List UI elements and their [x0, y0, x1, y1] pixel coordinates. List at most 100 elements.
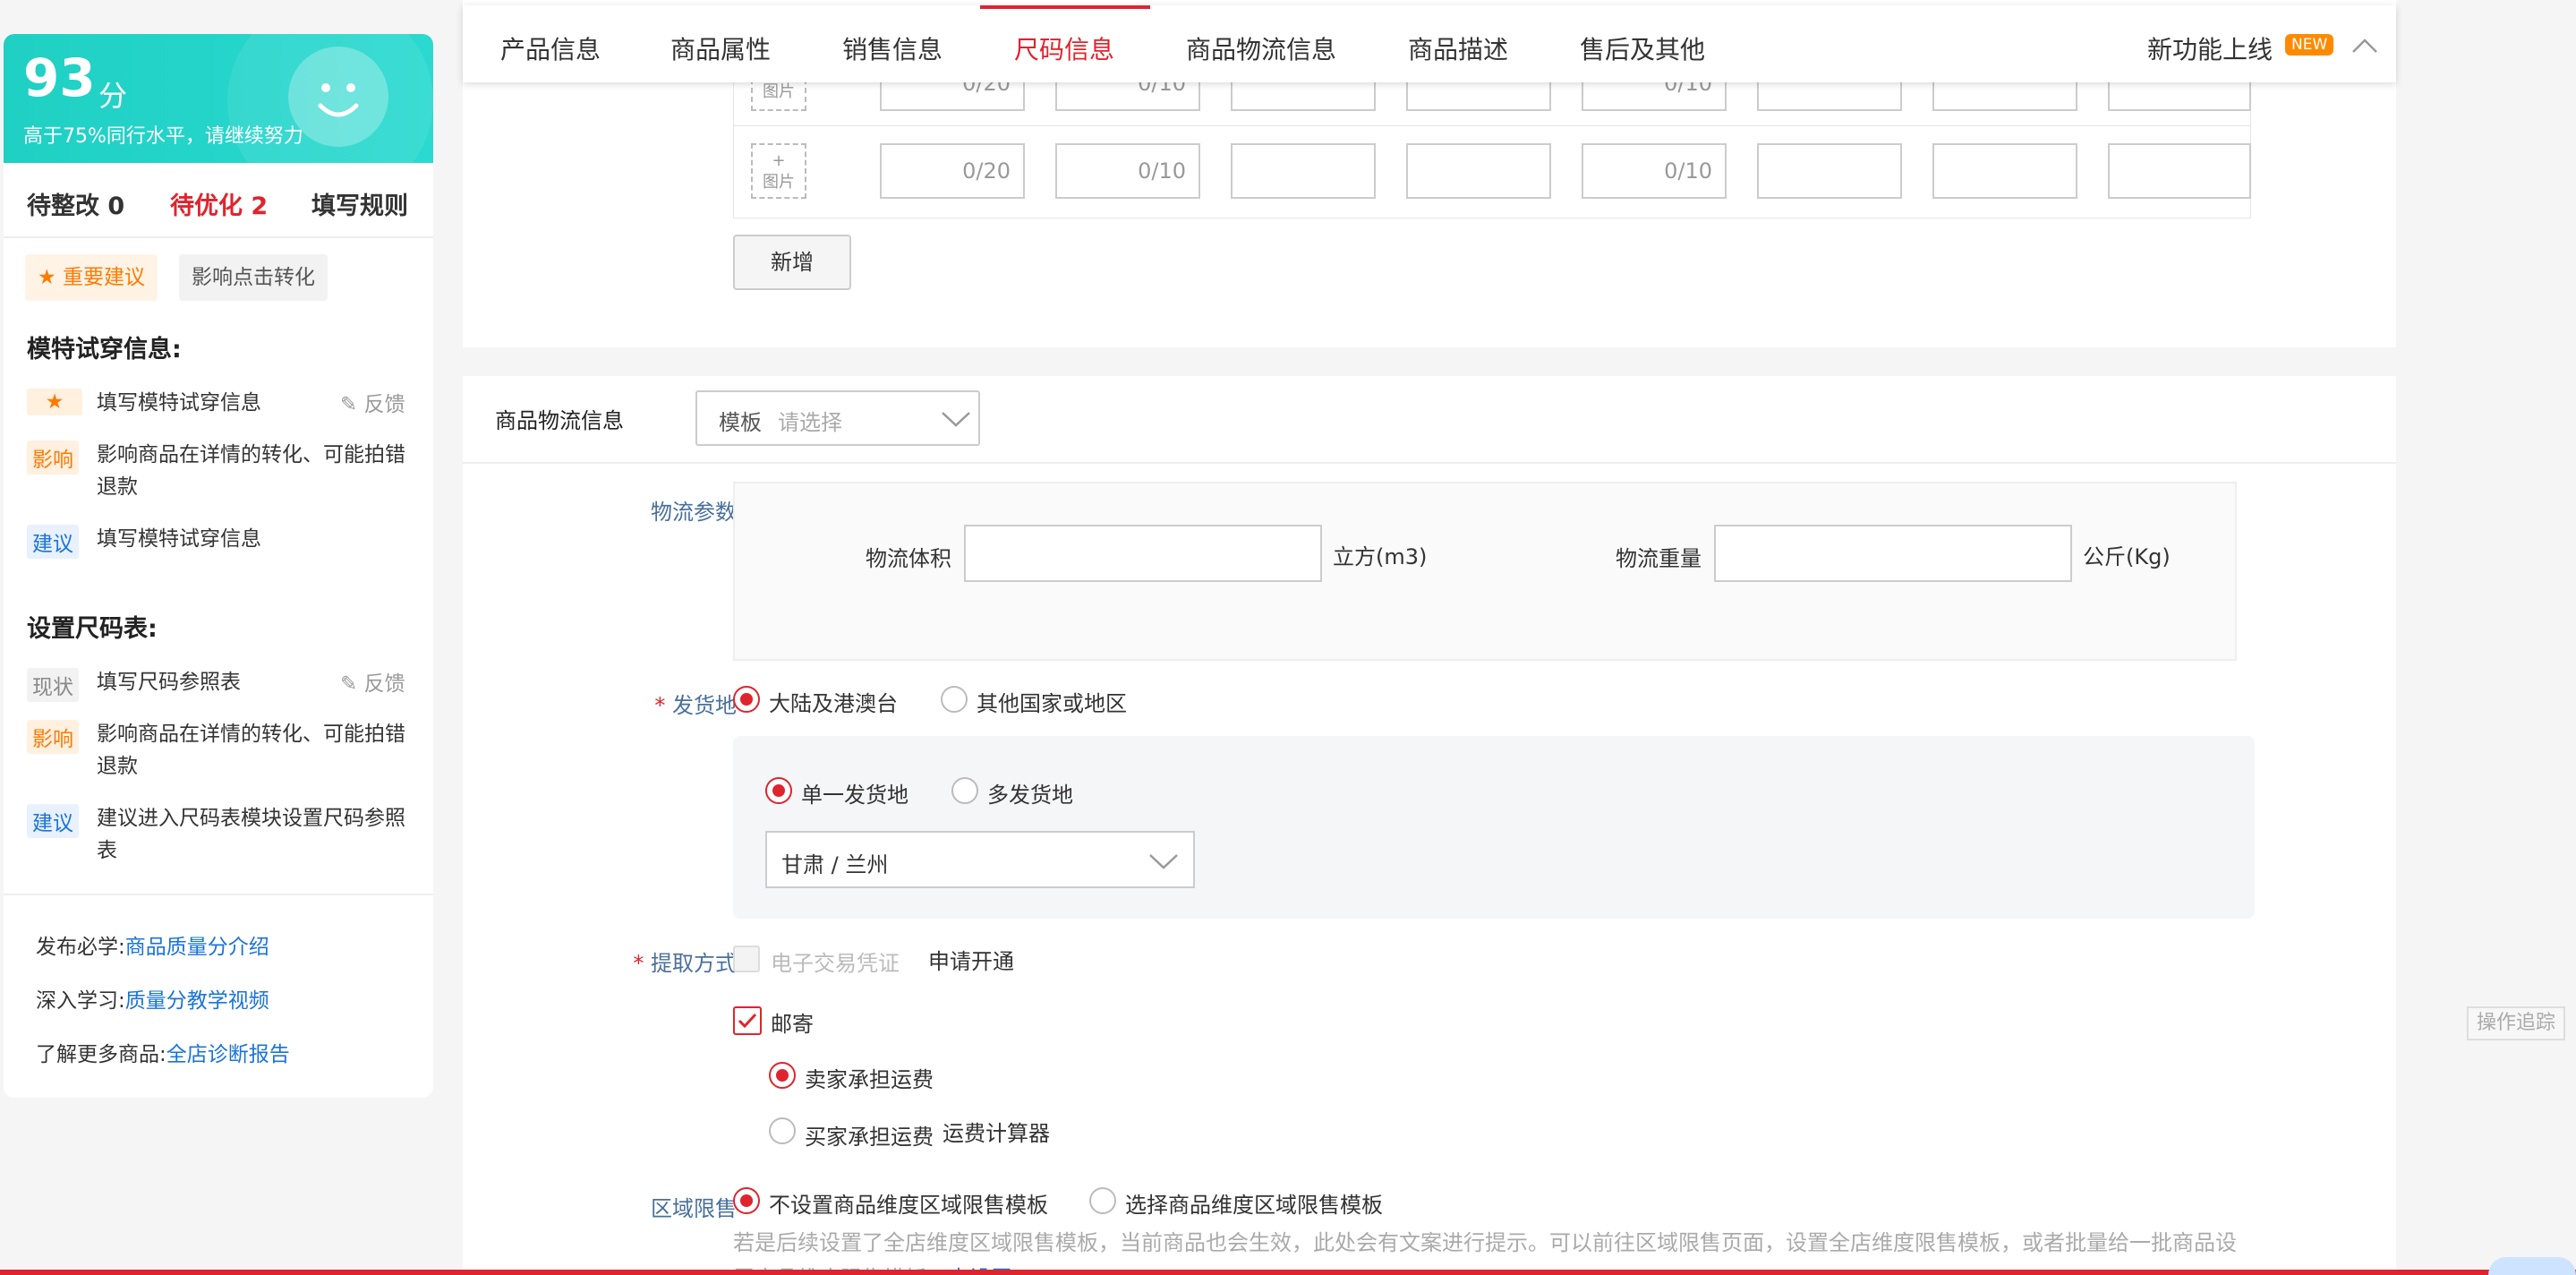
location-select[interactable]: 甘肃 / 兰州: [765, 831, 1195, 888]
table-divider: [733, 125, 2251, 126]
volume-unit: 立方(m3): [1333, 544, 1428, 569]
select-region-label: 选择商品维度区域限售模板: [1125, 1193, 1383, 1218]
seller-pays-label: 卖家承担运费: [805, 1067, 934, 1092]
params-label: 物流参数: [651, 500, 737, 525]
operation-track-button[interactable]: 操作追踪: [2467, 1006, 2565, 1040]
region-label: 区域限售: [651, 1196, 737, 1221]
buyer-pays-label: 买家承担运费: [805, 1125, 934, 1150]
score-unit: 分: [98, 79, 128, 113]
apply-link[interactable]: 申请开通: [928, 944, 1014, 975]
store-diagnosis-link[interactable]: 全店诊断报告: [166, 1043, 290, 1066]
radio-multi-label: 多发货地: [987, 783, 1073, 808]
score-value: 93: [23, 47, 96, 108]
tab-sales-info[interactable]: 销售信息: [842, 30, 943, 66]
tab-after-sales[interactable]: 售后及其他: [1580, 30, 1705, 66]
chevron-up-icon: [2352, 39, 2377, 53]
divider: [4, 894, 433, 895]
impact-text: 影响商品在详情的转化、可能拍错退款: [97, 443, 405, 499]
template-label: 模板: [719, 410, 762, 435]
suggest-label: 建议: [27, 525, 79, 559]
logistics-params-box: 物流体积 立方(m3) 物流重量 公斤(Kg): [733, 482, 2237, 661]
tab-pending-optimize[interactable]: 待优化 2: [170, 186, 268, 221]
tutorial-video-link[interactable]: 质量分教学视频: [125, 989, 269, 1013]
impact-label: 影响: [27, 441, 79, 475]
ship-from-label: * 发货地: [654, 693, 737, 718]
impact-label: 影响: [27, 720, 79, 754]
radio-seller-pays[interactable]: [769, 1062, 796, 1089]
template-placeholder: 请选择: [778, 410, 842, 435]
footer-link-row: 深入学习:质量分教学视频: [36, 989, 269, 1013]
chevron-down-icon: [942, 412, 970, 427]
weight-unit: 公斤(Kg): [2083, 544, 2171, 569]
new-feature-label: 新功能上线: [2147, 35, 2273, 64]
size-input[interactable]: [2108, 143, 2251, 199]
logistics-title: 商品物流信息: [495, 408, 624, 433]
star-icon: ★: [27, 389, 82, 415]
evoucher-checkbox[interactable]: [733, 946, 760, 972]
section-nav: 产品信息 商品属性 销售信息 尺码信息 商品物流信息 商品描述 售后及其他 新功…: [463, 5, 2396, 82]
new-badge: NEW: [2285, 34, 2334, 56]
footer-link-row: 了解更多商品:全店诊断报告: [36, 1043, 290, 1066]
weight-label: 物流重量: [1616, 546, 1702, 571]
edit-icon: ✎: [340, 393, 358, 416]
assistant-icon[interactable]: [2488, 1257, 2576, 1275]
suggest-label: 建议: [27, 804, 79, 838]
volume-input[interactable]: [964, 525, 1322, 582]
template-select[interactable]: 模板 请选择: [695, 390, 980, 446]
weight-input[interactable]: [1714, 525, 2072, 582]
tab-logistics-info[interactable]: 商品物流信息: [1186, 30, 1336, 66]
evoucher-label: 电子交易凭证: [771, 951, 900, 976]
tab-size-info[interactable]: 尺码信息: [1014, 30, 1114, 66]
radio-single-label: 单一发货地: [801, 783, 908, 808]
feedback-button[interactable]: ✎ 反馈: [340, 387, 405, 417]
size-input[interactable]: 0/10: [1582, 143, 1727, 199]
feedback-button[interactable]: ✎ 反馈: [340, 666, 405, 697]
radio-no-region-template[interactable]: [733, 1187, 760, 1214]
quality-intro-link[interactable]: 商品质量分介绍: [125, 936, 269, 959]
radio-single-location[interactable]: [765, 777, 792, 804]
divider: [463, 462, 2396, 464]
size-input[interactable]: [1932, 143, 2077, 199]
size-input[interactable]: 0/20: [880, 143, 1025, 199]
radio-buyer-pays[interactable]: [769, 1117, 796, 1144]
mail-checkbox[interactable]: [733, 1006, 762, 1035]
bottom-bar: [0, 1270, 2576, 1275]
no-region-label: 不设置商品维度区域限售模板: [769, 1193, 1048, 1218]
image-upload[interactable]: + 图片: [751, 143, 806, 199]
ship-from-detail: 单一发货地 多发货地 甘肃 / 兰州: [733, 736, 2255, 919]
location-value: 甘肃 / 兰州: [781, 852, 889, 877]
radio-other-region[interactable]: [941, 686, 968, 713]
tab-product-attributes[interactable]: 商品属性: [670, 30, 771, 66]
freight-calculator-link[interactable]: 运费计算器: [943, 1116, 1050, 1147]
score-header: 93 分 高于75%同行水平，请继续努力: [4, 34, 433, 204]
add-row-button[interactable]: 新增: [733, 235, 851, 290]
important-suggestion-tag[interactable]: ★ 重要建议: [25, 254, 158, 301]
new-feature-button[interactable]: 新功能上线 NEW: [2147, 29, 2389, 64]
suggest-text: 建议进入尺码表模块设置尺码参照表: [97, 807, 405, 862]
radio-select-region-template[interactable]: [1089, 1187, 1116, 1214]
size-input[interactable]: 0/10: [1055, 143, 1200, 199]
volume-label: 物流体积: [866, 546, 951, 571]
divider: [4, 236, 433, 238]
size-input[interactable]: [1406, 143, 1551, 199]
conversion-impact-tag[interactable]: 影响点击转化: [179, 254, 328, 301]
radio-multi-location[interactable]: [951, 777, 978, 804]
chevron-down-icon: [1149, 854, 1178, 869]
radio-mainland-label: 大陆及港澳台: [769, 691, 898, 716]
footer-link-row: 发布必学:商品质量分介绍: [36, 936, 269, 959]
tab-fill-rules[interactable]: 填写规则: [311, 186, 408, 221]
region-note: 若是后续设置了全店维度区域限售模板，当前商品也会生效，此处会有文案进行提示。可以…: [733, 1225, 2255, 1275]
section-size-chart-title: 设置尺码表:: [27, 615, 158, 643]
quality-score-panel: 93 分 高于75%同行水平，请继续努力 待整改 0 待优化 2 填写规则 ★ …: [4, 34, 433, 1098]
size-input[interactable]: [1231, 143, 1376, 199]
section-model-tryon-title: 模特试穿信息:: [27, 336, 182, 364]
tab-product-info[interactable]: 产品信息: [500, 30, 601, 66]
tab-description[interactable]: 商品描述: [1408, 30, 1508, 66]
suggest-text: 填写模特试穿信息: [97, 527, 261, 551]
check-icon: [738, 1013, 757, 1029]
radio-mainland[interactable]: [733, 686, 760, 713]
size-input[interactable]: [1757, 143, 1902, 199]
impact-text: 影响商品在详情的转化、可能拍错退款: [97, 723, 405, 778]
tab-pending-fix[interactable]: 待整改 0: [27, 186, 124, 221]
status-label: 现状: [27, 668, 79, 702]
